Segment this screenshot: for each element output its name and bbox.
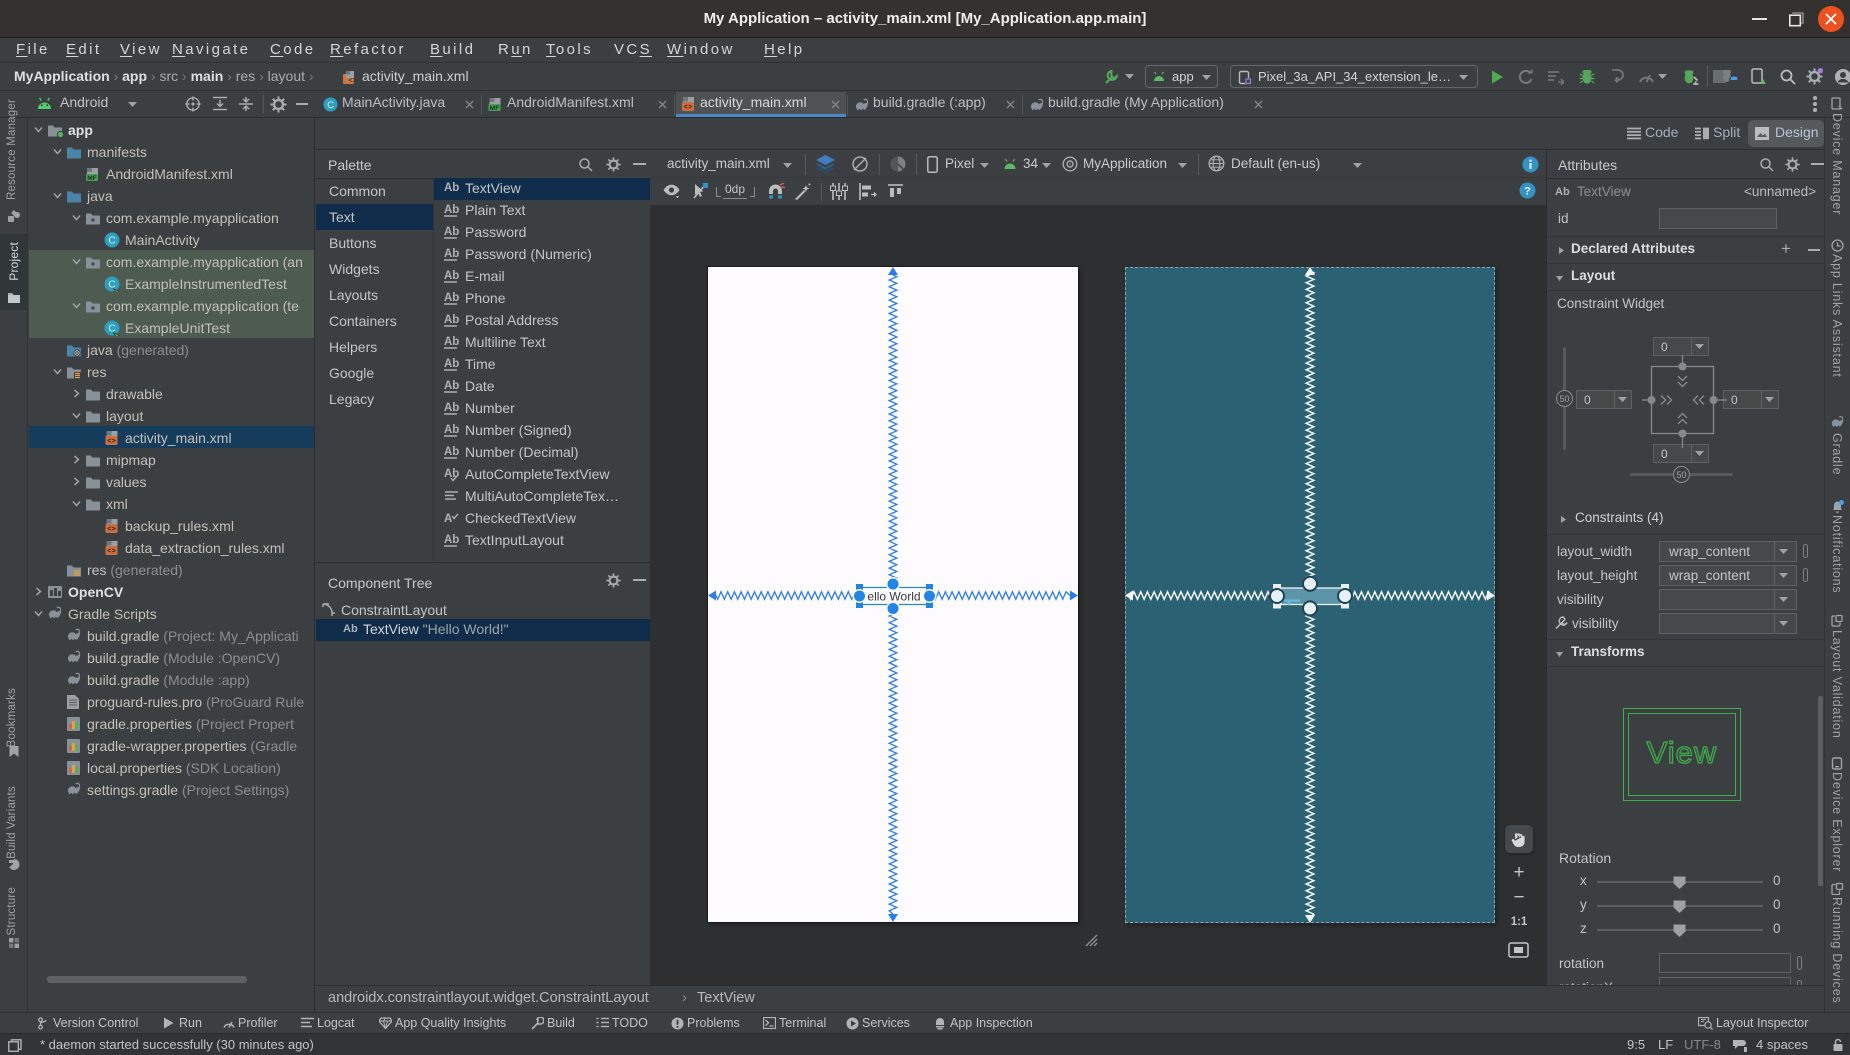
svg-text:Ab: Ab bbox=[444, 204, 459, 216]
svg-text:<>: <> bbox=[107, 526, 115, 534]
svg-text:ello World: ello World bbox=[867, 590, 920, 604]
svg-text:C: C bbox=[108, 236, 115, 247]
svg-text:Ab: Ab bbox=[444, 270, 459, 282]
svg-text:Ab: Ab bbox=[444, 534, 459, 546]
svg-text:Ab: Ab bbox=[444, 248, 459, 260]
svg-text:Ab: Ab bbox=[444, 226, 459, 238]
svg-text:Ab: Ab bbox=[444, 182, 459, 194]
svg-text:Ab: Ab bbox=[444, 292, 459, 304]
svg-text:MF: MF bbox=[490, 105, 499, 112]
svg-text:Ab: Ab bbox=[444, 424, 459, 436]
svg-text:<>: <> bbox=[684, 104, 692, 112]
svg-text:?: ? bbox=[1524, 186, 1531, 198]
svg-text:Ab: Ab bbox=[444, 380, 459, 392]
svg-text:MF: MF bbox=[87, 175, 96, 182]
svg-text:<>: <> bbox=[107, 438, 115, 446]
svg-text:Ab: Ab bbox=[444, 336, 459, 348]
svg-text:Ab: Ab bbox=[444, 358, 459, 370]
svg-text:Ab: Ab bbox=[444, 446, 459, 458]
svg-text:C: C bbox=[327, 100, 334, 111]
svg-text:<>: <> bbox=[349, 78, 357, 86]
svg-text:Ab: Ab bbox=[444, 402, 459, 414]
svg-text:A: A bbox=[444, 513, 452, 525]
svg-text:Ab: Ab bbox=[444, 314, 459, 326]
svg-text:<>: <> bbox=[107, 548, 115, 556]
